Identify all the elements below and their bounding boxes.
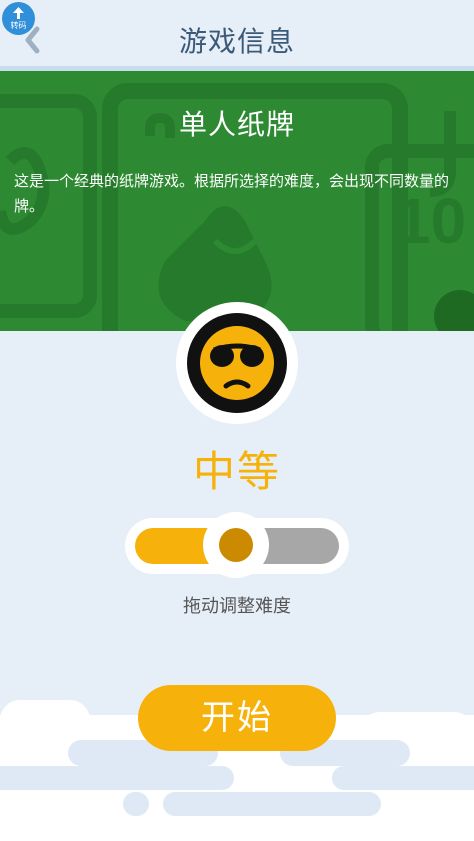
leaf-icon	[13, 7, 24, 19]
slider-hint: 拖动调整难度	[183, 596, 291, 617]
start-button[interactable]: 开始	[138, 685, 336, 751]
page-title: 游戏信息	[178, 25, 295, 58]
difficulty-avatar	[176, 302, 298, 424]
game-banner: 10 单人纸牌 这是一个经典的纸牌游戏。根据所选择的难度，会出现不同数量的牌。	[0, 71, 474, 331]
difficulty-slider-handle[interactable]	[203, 512, 269, 578]
cool-face-icon	[187, 313, 287, 413]
game-name: 单人纸牌	[178, 108, 295, 141]
game-description: 这是一个经典的纸牌游戏。根据所选择的难度，会出现不同数量的牌。	[14, 172, 450, 215]
difficulty-label: 中等	[192, 447, 281, 496]
difficulty-slider-handle-dot	[219, 528, 253, 562]
